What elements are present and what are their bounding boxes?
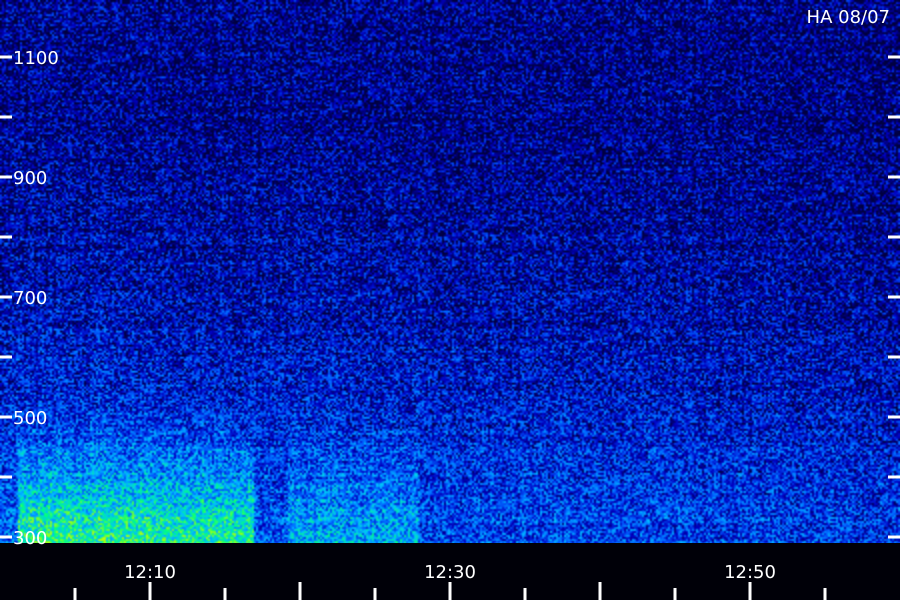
y-tick-label: 900: [13, 168, 47, 189]
y-tick-label: 1100: [13, 48, 59, 69]
spectrogram-heatmap: [0, 0, 900, 545]
x-tick-label: 12:30: [424, 562, 476, 583]
x-tick-label: 12:10: [124, 562, 176, 583]
chart-title: HA 08/07: [807, 7, 890, 28]
spectrogram-chart: 1100 900 700 500 300 12:10 12:30 12:50 HA 08/0…: [0, 0, 900, 600]
y-tick-label: 500: [13, 408, 47, 429]
y-tick-label: 700: [13, 288, 47, 309]
y-tick-label: 300: [13, 528, 47, 549]
x-tick-label: 12:50: [724, 562, 776, 583]
